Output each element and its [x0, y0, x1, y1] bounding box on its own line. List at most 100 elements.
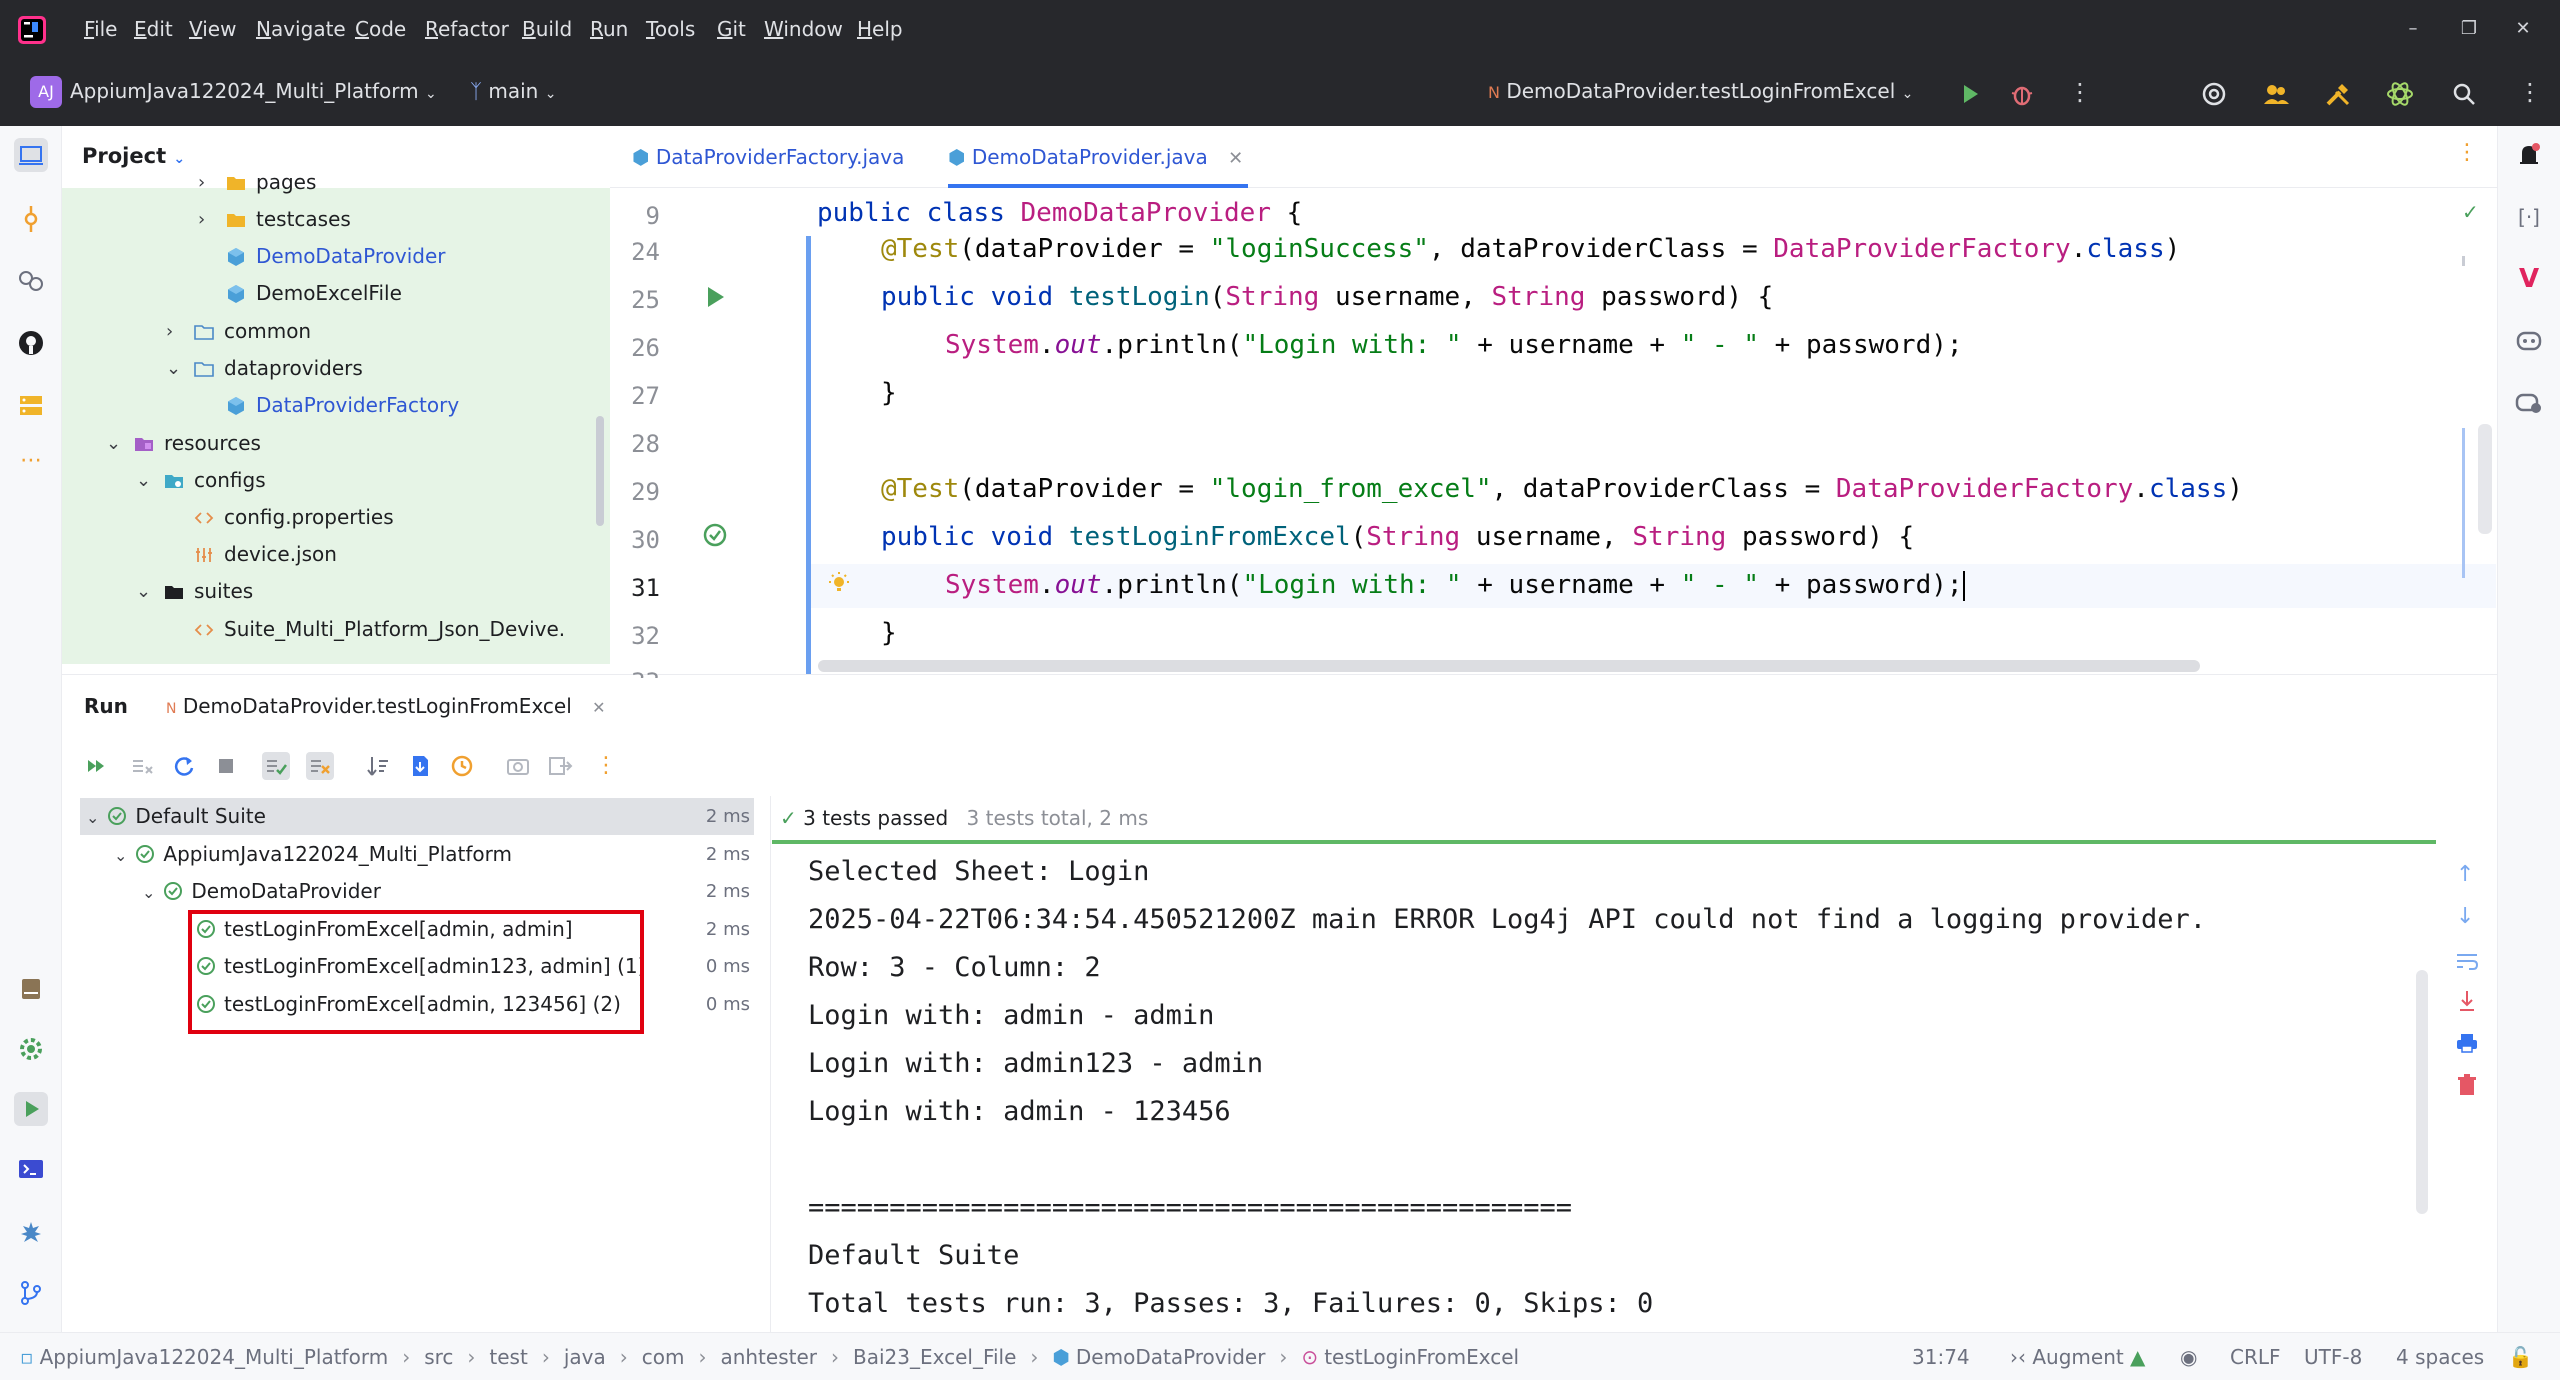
tab-dataproviderfactory[interactable]: ⬢ DataProviderFactory.java [632, 126, 904, 188]
arrow-up-icon[interactable]: ↑ [2456, 862, 2474, 887]
minimize-button[interactable]: – [2398, 14, 2428, 44]
menu-item-window[interactable]: Window [764, 17, 843, 41]
debug-icon[interactable] [2008, 80, 2036, 108]
tree-item-demoexcelfile[interactable]: DemoExcelFile [198, 275, 560, 312]
settings-menu-icon[interactable]: ⋮ [2518, 78, 2542, 106]
commit-tool-icon[interactable] [14, 202, 48, 236]
tab-run-config[interactable]: N DemoDataProvider.testLoginFromExcel ✕ [166, 694, 606, 718]
show-ignored-icon[interactable] [306, 752, 334, 780]
ai-assistant-icon[interactable] [2386, 80, 2414, 108]
menu-item-view[interactable]: View [189, 17, 236, 41]
database-tool-icon[interactable] [14, 388, 48, 422]
bookmarks-tool-icon[interactable] [14, 972, 48, 1006]
print-icon[interactable] [2454, 1030, 2480, 1056]
copilot-icon[interactable] [2512, 324, 2546, 358]
breadcrumb-item[interactable]: java [564, 1345, 606, 1369]
chevron-right-icon[interactable]: › [198, 164, 218, 201]
chevron-down-icon[interactable]: ⌄ [114, 846, 127, 865]
tree-item-dataproviderfactory[interactable]: DataProviderFactory [198, 387, 560, 424]
tree-item-device-json[interactable]: device.json [166, 536, 560, 573]
toggle-auto-test-icon[interactable] [128, 752, 156, 780]
caret-position[interactable]: 31:74 [1912, 1345, 1970, 1369]
history-icon[interactable] [448, 752, 476, 780]
close-tab-icon[interactable]: ✕ [592, 698, 605, 717]
close-window-button[interactable]: ✕ [2508, 14, 2538, 44]
chevron-down-icon[interactable]: ⌄ [142, 883, 155, 902]
tree-item-dataproviders[interactable]: ⌄ dataproviders [166, 350, 560, 387]
breadcrumb-item[interactable]: anhtester [720, 1345, 817, 1369]
ide-logo-icon[interactable] [18, 16, 46, 44]
tree-item-suites[interactable]: ⌄ suites [136, 573, 560, 610]
restore-button[interactable]: ❐ [2454, 14, 2484, 44]
tree-icon[interactable]: ▲ [2130, 1345, 2145, 1369]
file-encoding[interactable]: UTF-8 [2304, 1345, 2362, 1369]
tree-item-suite-multi-platform-json-devive[interactable]: Suite_Multi_Platform_Json_Devive. [166, 611, 565, 648]
editor-scrollbar[interactable] [2478, 424, 2492, 534]
indent-setting[interactable]: 4 spaces [2396, 1345, 2484, 1369]
menu-item-run[interactable]: Run [590, 17, 628, 41]
problems-tool-icon[interactable] [14, 1216, 48, 1250]
inspection-ok-icon[interactable]: ✓ [2462, 200, 2479, 224]
copilot-chat-icon[interactable] [2512, 386, 2546, 420]
breadcrumb-item[interactable]: ▫ AppiumJava122024_Multi_Platform [20, 1345, 388, 1369]
editor-horizontal-scrollbar[interactable] [818, 660, 2200, 672]
project-scrollbar[interactable] [596, 416, 604, 526]
github-icon[interactable] [14, 326, 48, 360]
tree-item-configs[interactable]: ⌄ configs [136, 462, 560, 499]
clear-all-icon[interactable] [2454, 1072, 2480, 1098]
search-icon[interactable] [2450, 80, 2478, 108]
export-icon[interactable] [546, 752, 574, 780]
augment-icon[interactable] [2200, 80, 2228, 108]
tree-item-common[interactable]: › common [166, 313, 560, 350]
build-tools-icon[interactable] [2324, 80, 2352, 108]
run-icon[interactable] [1956, 80, 1984, 108]
copilot-status-icon[interactable]: ◉ [2180, 1345, 2197, 1369]
augment-status[interactable]: ›‹ Augment [2010, 1345, 2124, 1369]
project-view-selector[interactable]: Project ⌄ [82, 144, 185, 168]
more-run-actions-icon[interactable]: ⋮ [592, 752, 620, 780]
editor-options-icon[interactable]: ⋮ [2456, 140, 2478, 165]
import-tests-icon[interactable] [406, 752, 434, 780]
branch-selector[interactable]: ᛉ main ⌄ [470, 79, 556, 103]
vcs-plugin-icon[interactable]: V [2512, 262, 2546, 296]
gear-icon[interactable] [14, 1032, 48, 1066]
run-tool-icon[interactable] [14, 1092, 48, 1126]
menu-item-build[interactable]: Build [522, 17, 572, 41]
breadcrumb-item[interactable]: test [489, 1345, 527, 1369]
test-passed-gutter-icon[interactable] [702, 522, 728, 548]
scroll-to-end-icon[interactable] [2454, 988, 2480, 1014]
stop-icon[interactable] [212, 752, 240, 780]
project-tool-icon[interactable] [14, 138, 48, 172]
read-only-lock-icon[interactable]: 🔓 [2508, 1345, 2533, 1369]
test-suite-node[interactable]: ⌄ Default Suite [86, 798, 266, 835]
line-separator[interactable]: CRLF [2230, 1345, 2281, 1369]
tree-item-testcases[interactable]: › testcases [198, 201, 560, 238]
more-actions-icon[interactable]: ⋮ [2068, 78, 2092, 106]
run-config-selector[interactable]: N DemoDataProvider.testLoginFromExcel ⌄ [1488, 79, 1913, 103]
menu-item-file[interactable]: File [84, 17, 117, 41]
show-passed-icon[interactable] [262, 752, 290, 780]
tree-item-config-properties[interactable]: config.properties [166, 499, 560, 536]
test-suite-node[interactable]: ⌄ DemoDataProvider [142, 873, 381, 910]
menu-item-tools[interactable]: Tools [646, 17, 695, 41]
breadcrumb-item[interactable]: ⬢ DemoDataProvider [1052, 1345, 1265, 1369]
services-tool-icon[interactable] [14, 264, 48, 298]
structure-icon[interactable]: [·] [2512, 200, 2546, 234]
rerun-failed-icon[interactable] [84, 752, 112, 780]
git-tool-icon[interactable] [14, 1276, 48, 1310]
menu-item-edit[interactable]: Edit [134, 17, 173, 41]
screenshot-icon[interactable] [504, 752, 532, 780]
menu-item-navigate[interactable]: Navigate [256, 17, 346, 41]
menu-item-help[interactable]: Help [857, 17, 903, 41]
menu-item-code[interactable]: Code [355, 17, 406, 41]
tree-item-demodataprovider[interactable]: DemoDataProvider [198, 238, 560, 275]
chevron-down-icon[interactable]: ⌄ [136, 462, 156, 499]
chevron-down-icon[interactable]: ⌄ [86, 808, 99, 827]
sort-icon[interactable] [364, 752, 392, 780]
arrow-down-icon[interactable]: ↓ [2456, 904, 2474, 929]
chevron-down-icon[interactable]: ⌄ [136, 573, 156, 610]
more-tools-icon[interactable]: ⋯ [14, 448, 48, 482]
chevron-down-icon[interactable]: ⌄ [106, 425, 126, 462]
tab-demodataprovider[interactable]: ⬢ DemoDataProvider.java ✕ [948, 126, 1253, 188]
menu-item-refactor[interactable]: Refactor [425, 17, 509, 41]
